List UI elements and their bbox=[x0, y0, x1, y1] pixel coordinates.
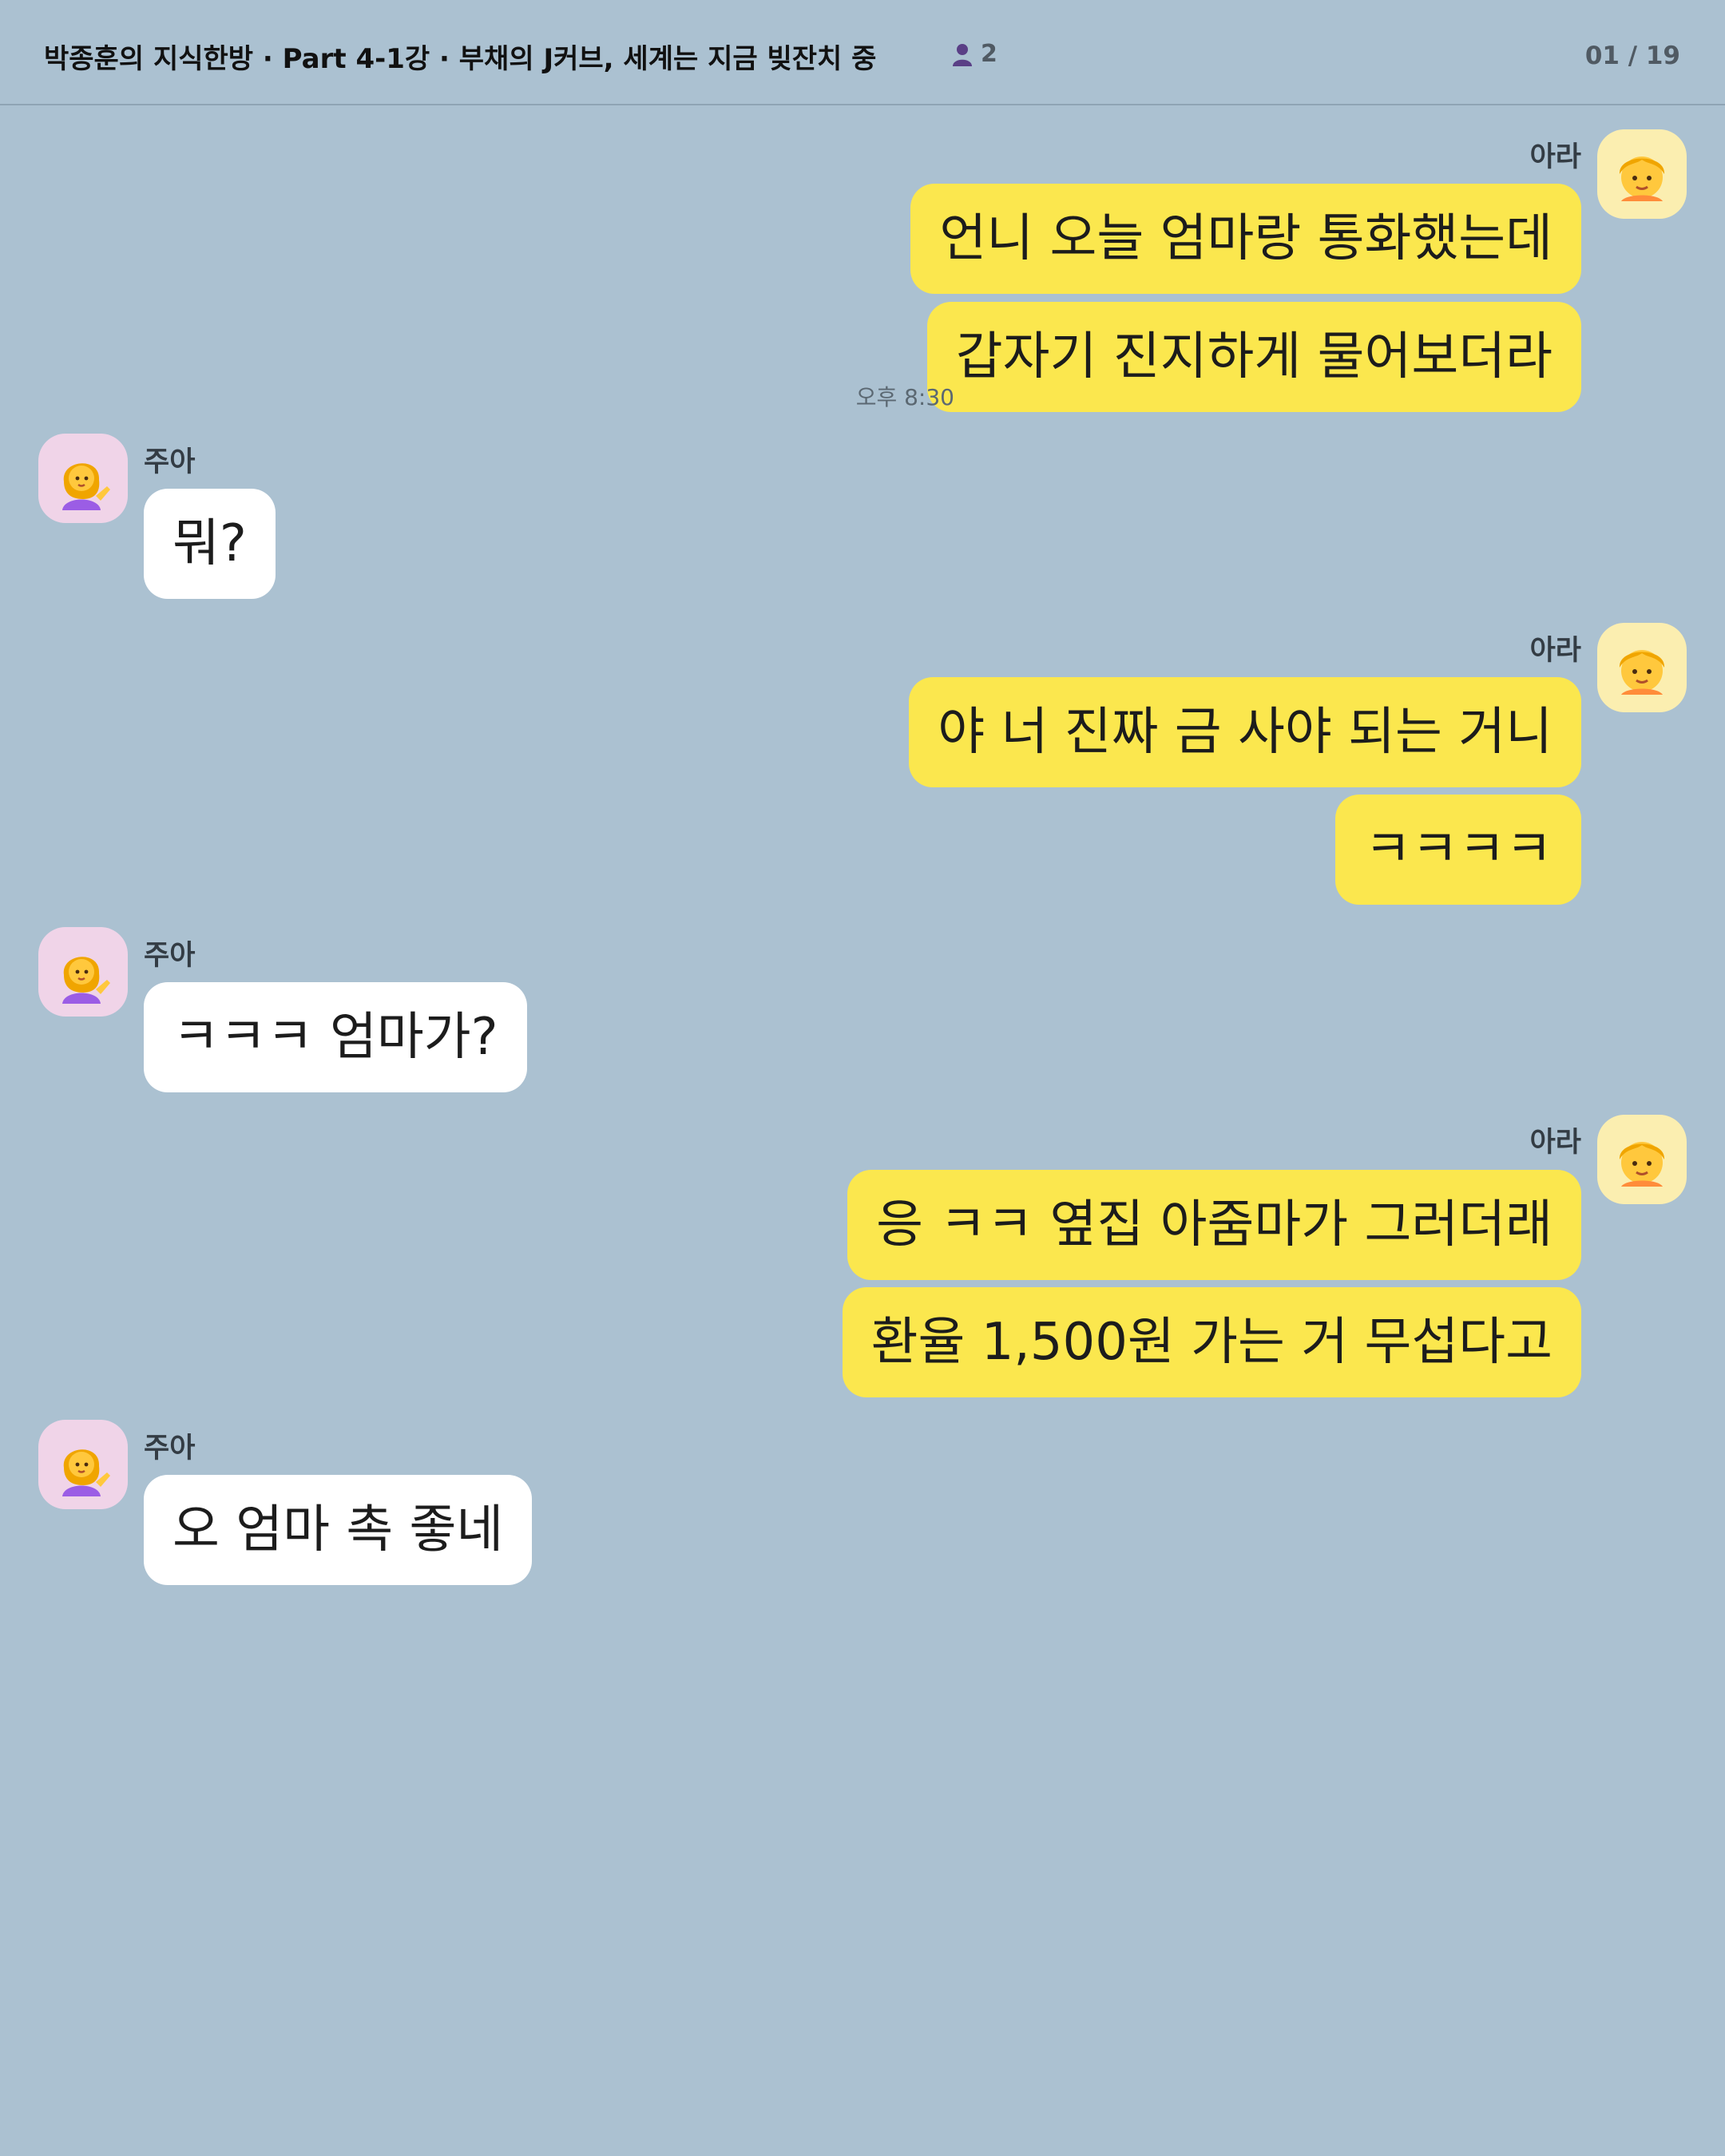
avatar-ara[interactable] bbox=[1597, 1115, 1687, 1204]
sender-name-jua: 주아 bbox=[144, 1433, 196, 1464]
avatar-jua[interactable] bbox=[38, 434, 128, 523]
message-bubble-ara[interactable]: 야 너 진짜 금 사야 되는 거니 bbox=[909, 677, 1581, 787]
chat-title: 박종훈의 지식한방 · Part 4-1강 · 부채의 J커브, 세계는 지금 … bbox=[44, 43, 877, 75]
message-bubble-ara[interactable]: 언니 오늘 엄마랑 통화했는데 bbox=[910, 184, 1581, 294]
page-indicator: 01 / 19 bbox=[1584, 42, 1680, 70]
message-bubble-jua[interactable]: ㅋㅋㅋ 엄마가? bbox=[144, 982, 527, 1092]
woman-tipping-hand-emoji-icon bbox=[62, 957, 110, 1004]
girl-emoji-icon bbox=[1619, 157, 1665, 201]
member-count[interactable]: 2 bbox=[952, 40, 997, 68]
avatar-jua[interactable] bbox=[38, 927, 128, 1017]
person-icon bbox=[953, 43, 972, 66]
avatar-ara[interactable] bbox=[1597, 623, 1687, 712]
girl-emoji-icon bbox=[1619, 650, 1665, 695]
message-bubble-jua[interactable]: 뭐? bbox=[144, 489, 276, 599]
sender-name-ara: 아라 bbox=[1529, 635, 1581, 667]
sender-name-jua: 주아 bbox=[144, 446, 196, 478]
message-bubble-jua[interactable]: 오 엄마 촉 좋네 bbox=[144, 1475, 533, 1585]
chat-header: 박종훈의 지식한방 · Part 4-1강 · 부채의 J커브, 세계는 지금 … bbox=[0, 0, 1725, 105]
message-bubble-ara[interactable]: 응 ㅋㅋ 옆집 아줌마가 그러더래 bbox=[847, 1170, 1581, 1280]
sender-name-jua: 주아 bbox=[144, 940, 196, 972]
message-bubble-ara[interactable]: 갑자기 진지하게 물어보더라 bbox=[926, 302, 1581, 412]
sender-name-ara: 아라 bbox=[1529, 141, 1581, 173]
member-count-value: 2 bbox=[981, 40, 997, 68]
girl-emoji-icon bbox=[1619, 1142, 1665, 1187]
woman-tipping-hand-emoji-icon bbox=[62, 463, 110, 510]
avatar-ara[interactable] bbox=[1597, 129, 1687, 219]
message-timestamp: 오후 8:30 bbox=[855, 384, 954, 410]
sender-name-ara: 아라 bbox=[1529, 1127, 1581, 1159]
message-bubble-ara[interactable]: ㅋㅋㅋㅋ bbox=[1335, 795, 1581, 905]
avatar-jua[interactable] bbox=[38, 1420, 128, 1509]
message-bubble-ara[interactable]: 환율 1,500원 가는 거 무섭다고 bbox=[842, 1287, 1581, 1397]
woman-tipping-hand-emoji-icon bbox=[62, 1449, 110, 1496]
